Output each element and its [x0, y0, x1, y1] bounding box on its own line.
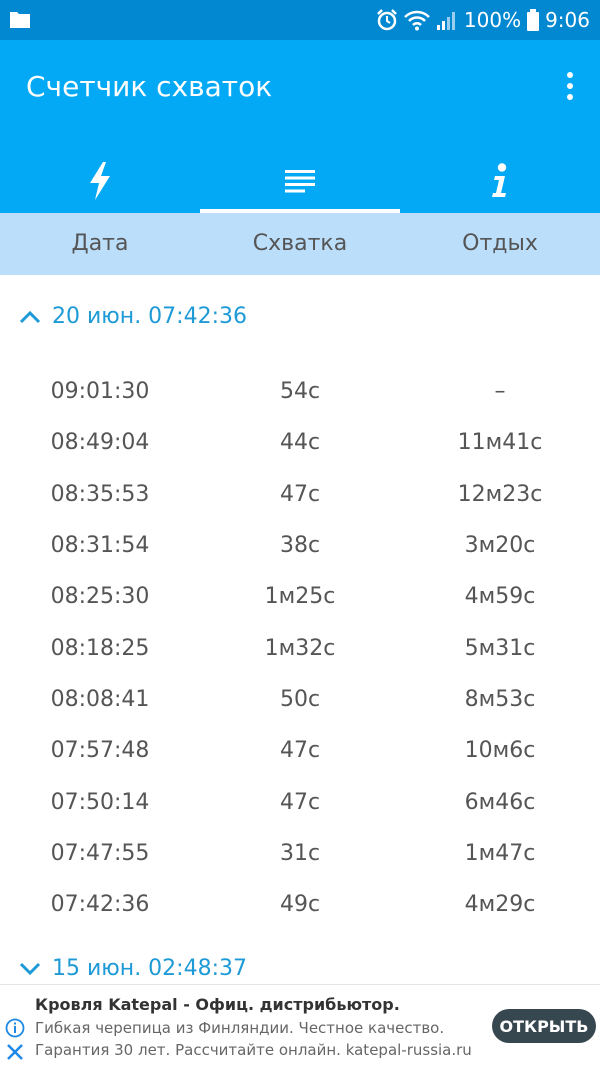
- ad-banner[interactable]: Кровля Katepal - Офиц. дистрибьютор. Гиб…: [0, 984, 600, 1067]
- cell-date: 08:35:53: [50, 481, 150, 507]
- cell-date: 07:57:48: [50, 738, 150, 764]
- menu-dot: [567, 94, 573, 100]
- status-time: 9:06: [545, 8, 590, 32]
- group-label: 15 июн. 02:48:37: [52, 956, 247, 981]
- chevron-up-icon: [19, 310, 41, 323]
- cell-contraction: 54с: [279, 379, 321, 405]
- cell-rest: 1м47с: [464, 840, 536, 866]
- group-header[interactable]: 15 июн. 02:48:37: [18, 956, 247, 981]
- table-row: 09:01:30 54с –: [0, 366, 600, 417]
- cell-date: 08:49:04: [50, 430, 150, 456]
- cell-rest: 5м31с: [464, 635, 536, 661]
- ad-title: Кровля Katepal - Офиц. дистрибьютор.: [35, 995, 400, 1014]
- cell-rest: 3м20с: [464, 533, 536, 559]
- cell-contraction: 47с: [279, 481, 321, 507]
- tab-bar: [0, 148, 600, 213]
- app-bar: Счетчик схваток: [0, 40, 600, 213]
- list-icon: [285, 169, 315, 192]
- cell-contraction: 47с: [279, 738, 321, 764]
- column-header: Дата Схватка Отдых: [0, 213, 600, 275]
- table-row: 07:47:55 31с 1м47с: [0, 828, 600, 879]
- cell-date: 08:18:25: [50, 635, 150, 661]
- chevron-down-icon: [19, 962, 41, 975]
- cell-rest: –: [494, 379, 506, 405]
- cell-rest: 4м29с: [464, 892, 536, 918]
- cell-date: 08:25:30: [50, 584, 150, 610]
- status-bar: 100% 9:06: [0, 0, 600, 40]
- cell-date: 07:42:36: [50, 892, 150, 918]
- group-label: 20 июн. 07:42:36: [52, 304, 247, 329]
- table-row: 07:50:14 47с 6м46с: [0, 776, 600, 827]
- cell-date: 07:47:55: [50, 840, 150, 866]
- cell-date: 07:50:14: [50, 789, 150, 815]
- cell-rest: 8м53с: [464, 686, 536, 712]
- table-row: 08:31:54 38с 3м20с: [0, 520, 600, 571]
- status-right: 100% 9:06: [376, 0, 590, 40]
- column-contraction: Схватка: [252, 231, 348, 256]
- ad-text-line2: Гарантия 30 лет. Рассчитайте онлайн. kat…: [35, 1041, 472, 1059]
- wifi-icon: [404, 10, 430, 31]
- table-row: 07:42:36 49с 4м29с: [0, 879, 600, 930]
- table-row: 08:49:04 44с 11м41с: [0, 417, 600, 468]
- folder-icon: [10, 12, 30, 28]
- battery-percent: 100%: [463, 8, 522, 32]
- tab-timer[interactable]: [0, 148, 200, 213]
- cell-rest: 12м23с: [457, 481, 543, 507]
- table-row: 08:08:41 50с 8м53с: [0, 674, 600, 725]
- more-vert-icon[interactable]: [558, 70, 582, 102]
- column-rest: Отдых: [462, 231, 538, 256]
- menu-dot: [567, 72, 573, 78]
- cell-rest: 4м59с: [464, 584, 536, 610]
- cell-date: 09:01:30: [50, 379, 150, 405]
- ad-text-line1: Гибкая черепица из Финляндии. Честное ка…: [35, 1019, 445, 1037]
- contraction-list: 09:01:30 54с – 08:49:04 44с 11м41с 08:35…: [0, 366, 600, 930]
- lightning-icon: [90, 161, 110, 200]
- cell-contraction: 1м32с: [264, 635, 336, 661]
- column-date: Дата: [71, 231, 129, 256]
- table-row: 08:25:30 1м25с 4м59с: [0, 571, 600, 622]
- ad-info-icon[interactable]: [5, 1018, 25, 1038]
- table-row: 07:57:48 47с 10м6с: [0, 725, 600, 776]
- ad-open-button[interactable]: ОТКРЫТЬ: [492, 1009, 596, 1043]
- status-left: [10, 10, 30, 28]
- cell-contraction: 31с: [279, 840, 321, 866]
- signal-icon: [436, 12, 455, 30]
- cell-contraction: 1м25с: [264, 584, 336, 610]
- cell-rest: 6м46с: [464, 789, 536, 815]
- group-header[interactable]: 20 июн. 07:42:36: [18, 304, 247, 329]
- cell-contraction: 50с: [279, 686, 321, 712]
- cell-contraction: 44с: [279, 430, 321, 456]
- cell-date: 08:31:54: [50, 533, 150, 559]
- alarm-icon: [377, 9, 397, 31]
- table-row: 08:18:25 1м32с 5м31с: [0, 622, 600, 673]
- battery-icon: [527, 9, 540, 31]
- app-title: Счетчик схваток: [26, 70, 273, 103]
- ad-close-icon[interactable]: [6, 1043, 24, 1061]
- cell-contraction: 38с: [279, 533, 321, 559]
- cell-date: 08:08:41: [50, 686, 150, 712]
- tab-info[interactable]: [400, 148, 600, 213]
- cell-contraction: 49с: [279, 892, 321, 918]
- tab-history[interactable]: [200, 148, 400, 213]
- cell-rest: 11м41с: [457, 430, 543, 456]
- menu-dot: [567, 83, 573, 89]
- info-icon: [492, 162, 507, 197]
- cell-contraction: 47с: [279, 789, 321, 815]
- cell-rest: 10м6с: [464, 738, 536, 764]
- table-row: 08:35:53 47с 12м23с: [0, 469, 600, 520]
